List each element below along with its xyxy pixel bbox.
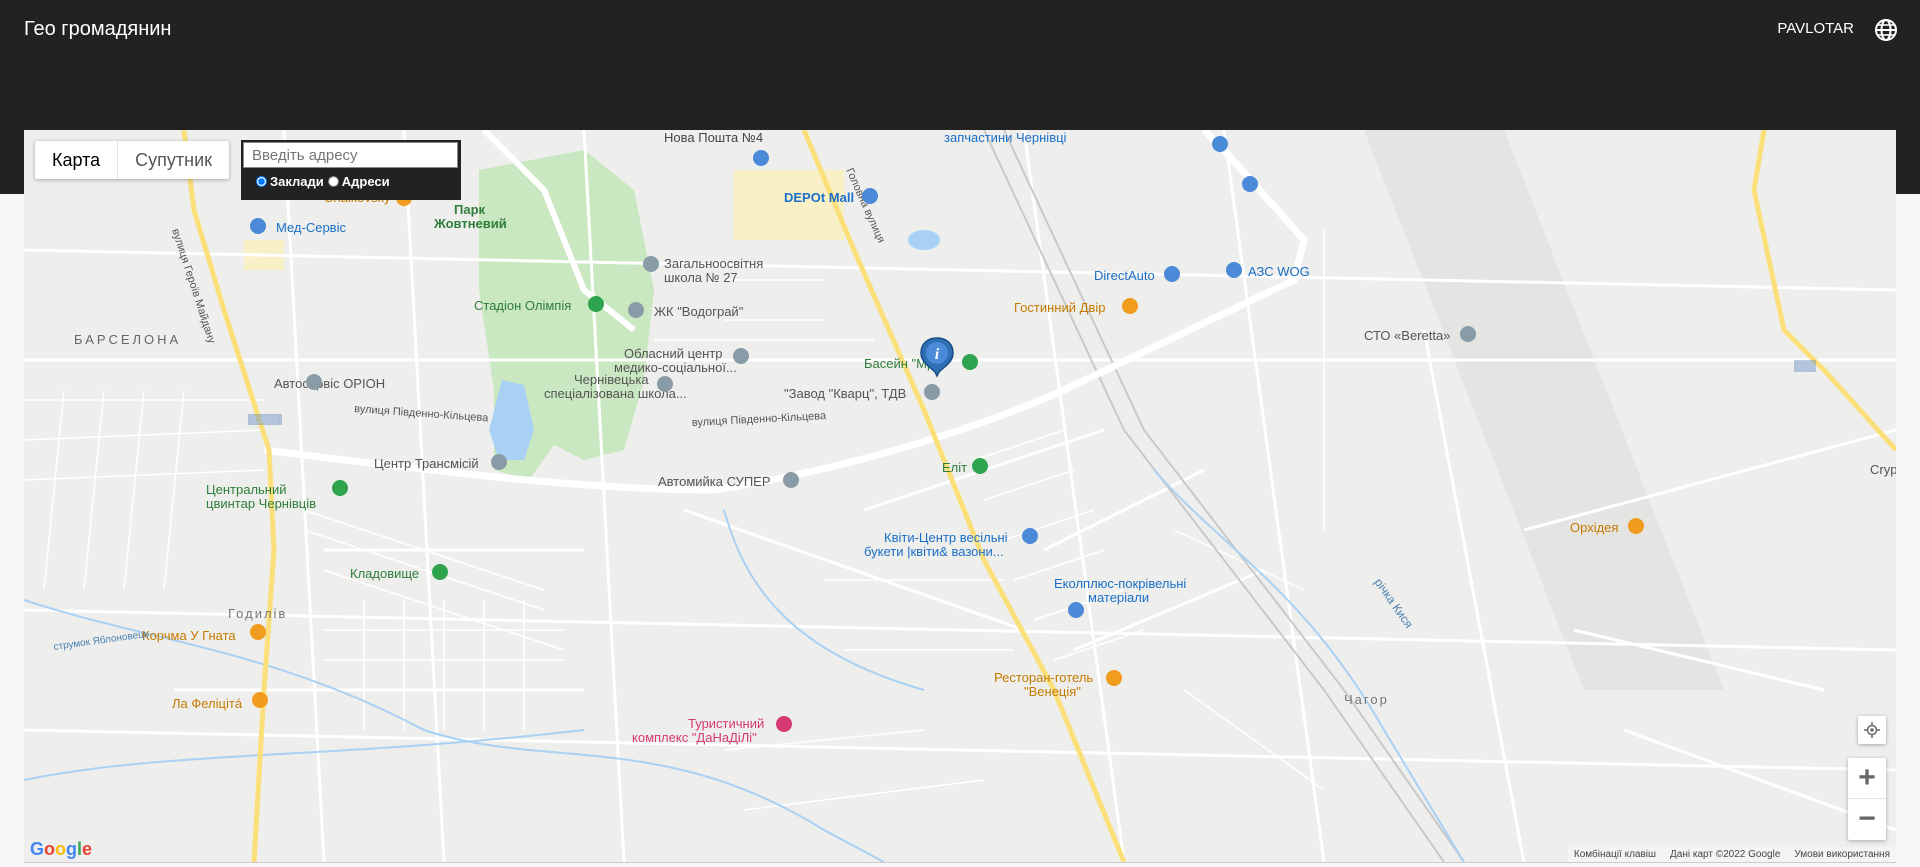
label-sto: СТО «Beretta» <box>1364 328 1450 343</box>
marker-depot[interactable] <box>862 188 878 204</box>
map-data-text: Дані карт ©2022 Google <box>1670 849 1781 860</box>
label-ekoplus: Еколплюс-покрівельні <box>1054 576 1186 591</box>
marker-directauto[interactable] <box>1164 266 1180 282</box>
label-wog: АЗС WOG <box>1248 264 1310 279</box>
map-type-map-button[interactable]: Карта <box>35 141 117 179</box>
label-cemetery2: цвинтар Чернівців <box>206 496 316 511</box>
label-zhk: ЖК "Водограй" <box>654 304 744 319</box>
marker-nova-poshta[interactable] <box>753 150 769 166</box>
label-felicita: Ла Феліцітá <box>172 696 243 711</box>
marker-tourist[interactable] <box>776 716 792 732</box>
search-panel: Заклади Адреси <box>241 140 461 200</box>
marker-carwash[interactable] <box>783 472 799 488</box>
label-orchid: Орхідея <box>1570 520 1618 535</box>
map-canvas[interactable]: Нова Пошта №4 запчастини Чернівці DEPOt … <box>24 130 1896 863</box>
marker-korchma[interactable] <box>250 624 266 640</box>
marker-sto[interactable] <box>1460 326 1476 342</box>
label-regional: Обласний центр <box>624 346 723 361</box>
label-school2: школа № 27 <box>664 270 738 285</box>
label-korchma: Корчма У Гната <box>142 628 236 643</box>
marker-orion[interactable] <box>306 374 322 390</box>
app-title[interactable]: Гео громадянин <box>24 18 171 41</box>
marker-cemetery[interactable] <box>332 480 348 496</box>
marker-wog[interactable] <box>1226 262 1242 278</box>
marker-kvarts[interactable] <box>924 384 940 400</box>
label-carwash: Автомийка СУПЕР <box>658 474 771 489</box>
option-places-label: Заклади <box>270 174 324 189</box>
label-spruce: Cryp <box>1870 462 1896 477</box>
marker-pool[interactable] <box>962 354 978 370</box>
user-name[interactable]: PAVLOTAR <box>1777 20 1854 37</box>
keyboard-shortcuts-link[interactable]: Комбінації клавіш <box>1574 849 1656 860</box>
svg-text:i: i <box>935 346 940 363</box>
label-cemetery: Центральний <box>206 482 287 497</box>
search-type-options: Заклади Адреси <box>242 168 460 189</box>
label-kvarts: "Завод "Кварц", ТДВ <box>784 386 906 401</box>
marker-ekoplus[interactable] <box>1068 602 1084 618</box>
label-flowers2: букети |квіти& вазони... <box>864 544 1004 559</box>
label-park2: Жовтневий <box>433 216 507 231</box>
globe-icon[interactable] <box>1874 18 1898 42</box>
label-kladovyshche: Кладовище <box>350 566 419 581</box>
label-elit: Еліт <box>942 460 967 475</box>
marker-transmission[interactable] <box>491 454 507 470</box>
label-med: Мед-Сервіс <box>276 220 346 235</box>
label-school: Загальноосвітня <box>664 256 763 271</box>
marker-gostynnyi[interactable] <box>1122 298 1138 314</box>
label-flowers: Квіти-Центр весільні <box>884 530 1008 545</box>
option-addresses[interactable]: Адреси <box>327 174 390 189</box>
crosshair-icon <box>1864 722 1880 738</box>
label-hodyliv: Годилів <box>228 606 287 621</box>
marker-restaurant[interactable] <box>1106 670 1122 686</box>
marker-med[interactable] <box>250 218 266 234</box>
label-gostynnyi: Гостинний Двір <box>1014 300 1105 315</box>
marker-orchid[interactable] <box>1628 518 1644 534</box>
marker-stadium[interactable] <box>588 296 604 312</box>
label-transmission: Центр Трансмісій <box>374 456 479 471</box>
option-places[interactable]: Заклади <box>256 174 324 189</box>
marker-regional[interactable] <box>733 348 749 364</box>
map-type-control[interactable]: Карта Супутник <box>35 141 230 179</box>
label-chernivtsi-school: Чернівецька <box>574 372 649 387</box>
marker-shop1[interactable] <box>1212 136 1228 152</box>
google-logo[interactable]: Google <box>30 839 92 860</box>
label-barcelona: БАРСЕЛОНА <box>74 332 181 347</box>
address-search-input[interactable] <box>243 142 458 168</box>
marker-school[interactable] <box>643 256 659 272</box>
label-chagor: Чагор <box>1344 692 1389 707</box>
terms-link[interactable]: Умови використання <box>1794 849 1890 860</box>
marker-kladovyshche[interactable] <box>432 564 448 580</box>
marker-elit[interactable] <box>972 458 988 474</box>
radio-places[interactable] <box>256 176 267 187</box>
label-directauto: DirectAuto <box>1094 268 1155 283</box>
map-attribution: Комбінації клавіш Дані карт ©2022 Google… <box>1567 847 1896 862</box>
label-park: Парк <box>454 202 486 217</box>
marker-zhk[interactable] <box>628 302 644 318</box>
label-tourist2: комплекс "ДаНаДіЛі" <box>632 730 757 745</box>
label-stadium: Стадіон Олімпія <box>474 298 571 313</box>
marker-felicita[interactable] <box>252 692 268 708</box>
label-orion: Автосервіс ОРІОН <box>274 376 385 391</box>
info-marker-icon[interactable]: i <box>917 336 957 378</box>
map-type-satellite-button[interactable]: Супутник <box>117 141 229 179</box>
minus-icon[interactable]: − <box>1848 798 1886 839</box>
marker-chernivtsi-school[interactable] <box>657 376 673 392</box>
label-depot: DEPOt Mall <box>784 190 854 205</box>
map-tiles[interactable]: Нова Пошта №4 запчастини Чернівці DEPOt … <box>24 130 1896 862</box>
label-tourist: Туристичний <box>688 716 764 731</box>
label-restaurant: Ресторан-готель <box>994 670 1093 685</box>
plus-icon[interactable]: + <box>1848 758 1886 798</box>
label-nova-poshta: Нова Пошта №4 <box>664 130 763 145</box>
marker-flowers[interactable] <box>1022 528 1038 544</box>
radio-addresses[interactable] <box>327 176 339 187</box>
option-addresses-label: Адреси <box>341 174 390 189</box>
marker-shop2[interactable] <box>1242 176 1258 192</box>
label-restaurant2: "Венеція" <box>1024 684 1081 699</box>
label-parts: запчастини Чернівці <box>944 130 1067 145</box>
label-ekoplus2: матеріали <box>1088 590 1149 605</box>
my-location-icon[interactable] <box>1858 716 1886 744</box>
zoom-control: + − <box>1848 758 1886 840</box>
